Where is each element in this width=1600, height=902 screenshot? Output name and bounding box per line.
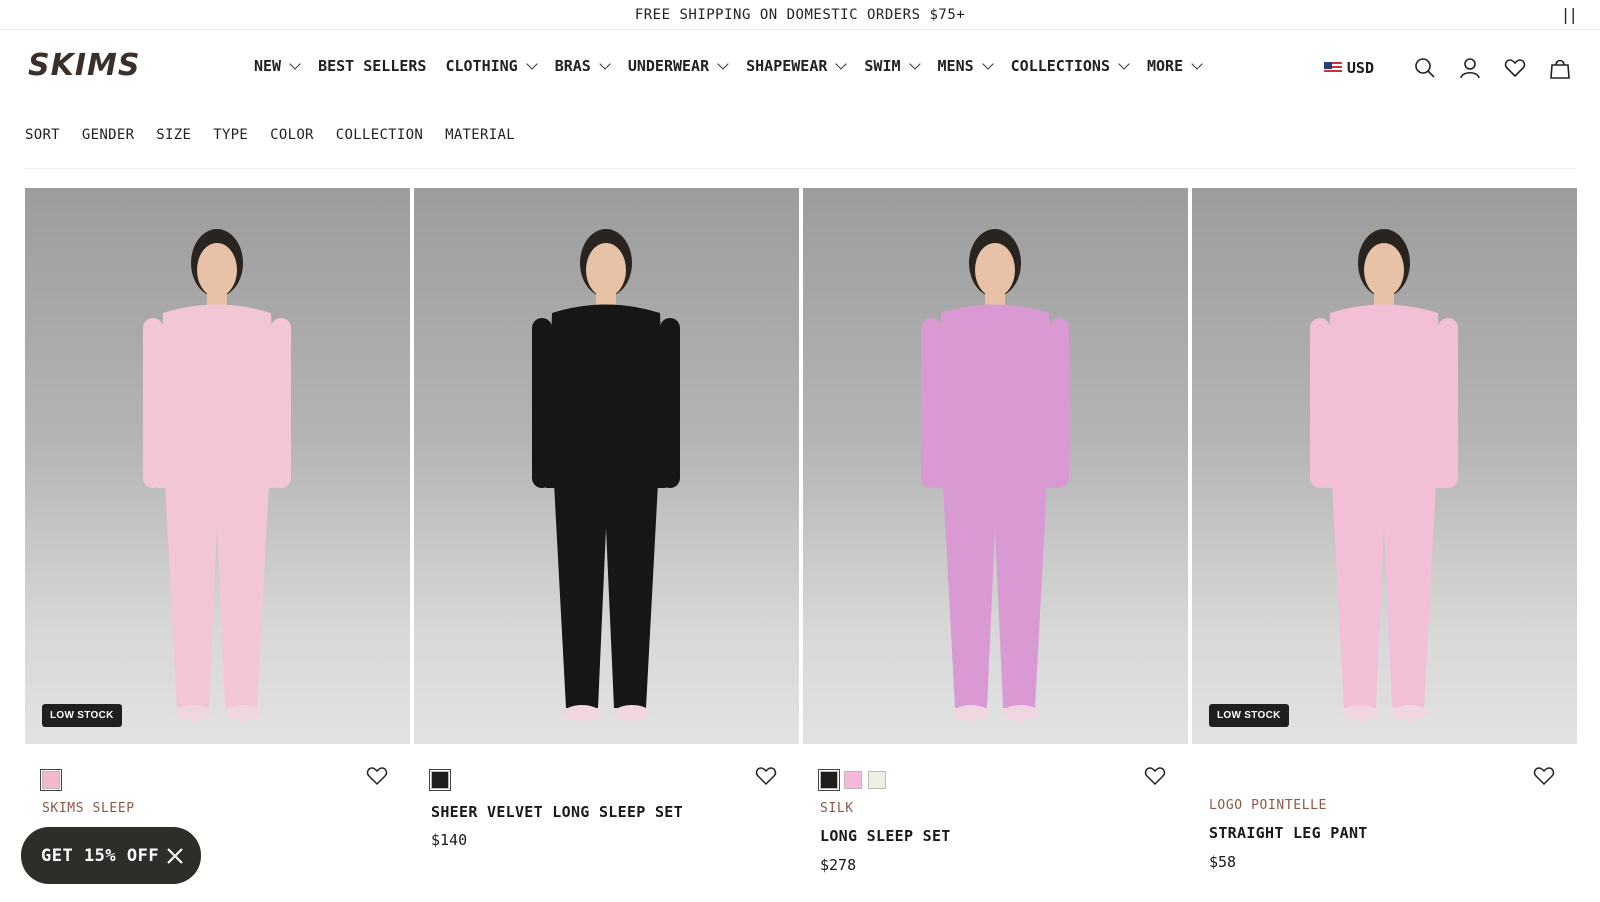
filter-bar: SORT GENDER SIZE TYPE COLOR COLLECTION MATERIA… [25,127,537,143]
low-stock-badge: LOW STOCK [1209,704,1289,727]
filter-type[interactable]: TYPE [213,127,248,143]
product-image[interactable] [803,188,1188,744]
announcement-text: FREE SHIPPING ON DOMESTIC ORDERS $75+ [634,6,966,23]
logo[interactable]: SKIMS [28,48,140,83]
product-name[interactable]: STRAIGHT LEG PANT [1209,824,1368,842]
product-collection: LOGO POINTELLE [1209,798,1327,813]
product-image[interactable] [414,188,799,744]
color-swatch[interactable] [818,769,840,791]
chevron-down-icon [835,57,848,70]
wishlist-heart-icon[interactable] [1144,766,1168,788]
model-figure [143,229,291,721]
pause-icon[interactable]: || [1561,5,1578,24]
filter-color[interactable]: COLOR [270,127,314,143]
promo-pill[interactable]: GET 15% OFF [21,827,201,884]
nav-item-label: COLLECTIONS [1010,57,1110,75]
color-swatches [40,769,62,791]
nav-item-label: SHAPEWEAR [746,57,828,75]
chevron-down-icon [981,57,994,70]
filter-collection[interactable]: COLLECTION [336,127,423,143]
product-card[interactable]: SILK LONG SLEEP SET $278 [803,188,1188,874]
nav-item-label: NEW [254,57,282,75]
product-card[interactable]: SHEER VELVET LONG SLEEP SET $140 [414,188,799,849]
model-figure [921,229,1069,721]
product-collection: SKIMS SLEEP [42,801,135,816]
color-swatch[interactable] [40,769,62,791]
filter-material[interactable]: MATERIAL [445,127,515,143]
product-price: $58 [1209,853,1237,871]
account-icon[interactable] [1458,56,1482,80]
announcement-bar: FREE SHIPPING ON DOMESTIC ORDERS $75+ || [0,0,1600,30]
product-image[interactable]: LOW STOCK [25,188,410,744]
nav-item-bras[interactable]: BRAS [554,57,611,75]
color-swatches [818,769,886,791]
main-nav: NEW BEST SELLERS CLOTHING BRAS UNDERWEAR SHAP… [254,57,1220,75]
site-header: SKIMS NEW BEST SELLERS CLOTHING BRAS UNDERWE… [0,30,1600,102]
product-price: $140 [431,831,468,849]
color-swatch[interactable] [868,771,886,789]
us-flag-icon [1323,62,1342,74]
filter-size[interactable]: SIZE [156,127,191,143]
chevron-down-icon [1118,57,1130,70]
model-figure [532,229,680,721]
color-swatches [429,769,451,791]
nav-item-label: BEST SELLERS [318,57,427,75]
nav-item-mens[interactable]: MENS [937,57,994,75]
chevron-down-icon [908,57,921,70]
nav-item-clothing[interactable]: CLOTHING [445,57,538,75]
product-name[interactable]: LONG SLEEP SET [820,827,951,845]
nav-item-label: MENS [937,57,974,75]
filter-gender[interactable]: GENDER [82,127,134,143]
wishlist-heart-icon[interactable] [755,766,779,788]
product-price: $278 [820,856,857,874]
search-icon[interactable] [1413,56,1437,80]
color-swatch[interactable] [429,769,451,791]
nav-item-label: SWIM [864,57,901,75]
product-name[interactable]: SHEER VELVET LONG SLEEP SET [431,803,683,821]
nav-item-underwear[interactable]: UNDERWEAR [627,57,729,75]
chevron-down-icon [717,57,729,70]
chevron-down-icon [1191,57,1203,70]
nav-item-best-sellers[interactable]: BEST SELLERS [318,57,426,75]
color-swatch[interactable] [844,771,862,789]
nav-item-swim[interactable]: SWIM [864,57,921,75]
currency-label: USD [1346,59,1374,77]
header-tools: USD [1323,56,1572,80]
product-grid: LOW STOCK SKIMS SLEEP SHEER VELVET LONG SL… [25,188,1577,874]
chevron-down-icon [289,57,301,70]
nav-item-new[interactable]: NEW [254,57,301,75]
filter-sort[interactable]: SORT [25,127,60,143]
nav-item-shapewear[interactable]: SHAPEWEAR [746,57,848,75]
promo-label: GET 15% OFF [41,845,160,866]
chevron-down-icon [526,57,538,70]
nav-item-label: UNDERWEAR [627,57,710,75]
filter-divider [25,168,1575,169]
close-icon[interactable] [165,846,185,866]
product-collection: SILK [820,801,854,816]
product-image[interactable]: LOW STOCK [1192,188,1577,744]
product-card[interactable]: LOW STOCK SKIMS SLEEP [25,188,410,816]
bag-icon[interactable] [1548,56,1572,80]
nav-item-collections[interactable]: COLLECTIONS [1010,57,1130,75]
wishlist-heart-icon[interactable] [366,766,390,788]
model-figure [1310,229,1458,721]
chevron-down-icon [599,57,611,70]
currency-selector[interactable]: USD [1323,59,1374,77]
wishlist-icon[interactable] [1503,56,1527,80]
wishlist-heart-icon[interactable] [1533,766,1557,788]
nav-item-label: CLOTHING [445,57,518,75]
nav-item-label: MORE [1147,57,1184,75]
nav-item-more[interactable]: MORE [1147,57,1203,75]
nav-item-label: BRAS [554,57,591,75]
low-stock-badge: LOW STOCK [42,704,122,727]
product-card[interactable]: LOW STOCK LOGO POINTELLE STRAIGHT LEG PANT… [1192,188,1577,871]
